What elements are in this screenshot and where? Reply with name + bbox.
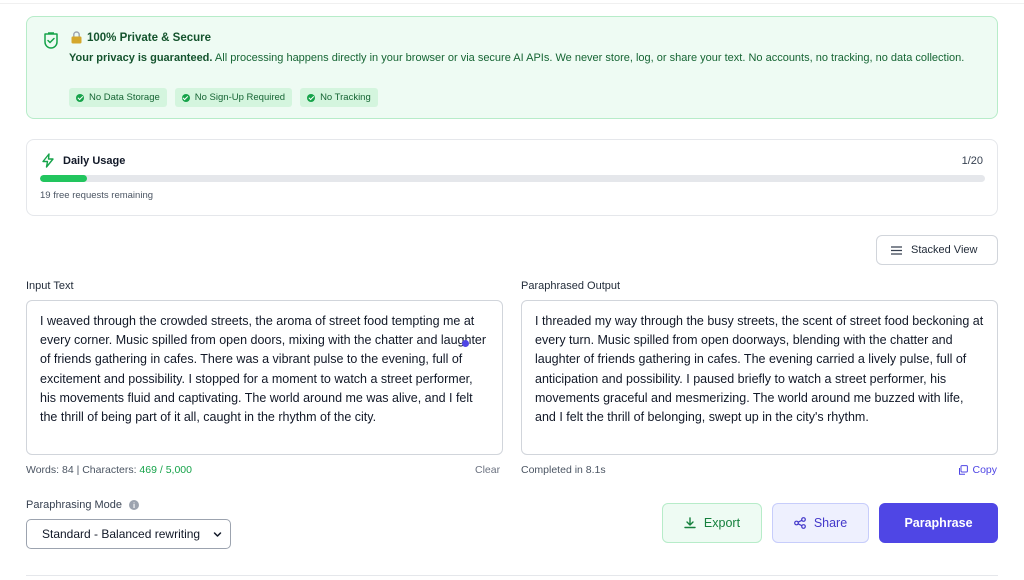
badge-label: No Sign-Up Required	[194, 92, 286, 103]
paraphrase-label: Paraphrase	[904, 516, 973, 530]
share-label: Share	[813, 516, 848, 530]
badge-label: No Data Storage	[89, 92, 160, 103]
paraphrase-button[interactable]: Paraphrase	[879, 503, 998, 543]
output-textarea[interactable]: I threaded my way through the busy stree…	[521, 300, 998, 455]
shield-check-icon	[44, 32, 58, 49]
mode-select[interactable]: Standard - Balanced rewriting	[26, 519, 231, 549]
usage-progress-fill	[40, 175, 88, 182]
privacy-desc-bold: Your privacy is guaranteed.	[69, 52, 213, 64]
stats-prefix: Words: 84 | Characters:	[26, 464, 140, 476]
copy-icon	[959, 465, 969, 475]
copy-label: Copy	[972, 464, 997, 476]
privacy-badges: No Data Storage No Sign-Up Required No T…	[69, 88, 378, 107]
input-stats: Words: 84 | Characters: 469 / 5,000	[26, 464, 192, 476]
completion-status: Completed in 8.1s	[521, 464, 606, 476]
mouse-cursor	[462, 340, 469, 347]
privacy-banner: 100% Private & Secure Your privacy is gu…	[26, 16, 998, 119]
privacy-desc-text: All processing happens directly in your …	[212, 52, 965, 64]
top-edge	[0, 0, 1024, 4]
badge-no-signup: No Sign-Up Required	[174, 88, 293, 107]
usage-label: Daily Usage	[63, 155, 126, 167]
char-count: 469 / 5,000	[139, 464, 192, 476]
check-circle-icon	[76, 93, 84, 102]
mode-label-row: Paraphrasing Mode i	[26, 499, 140, 511]
share-button[interactable]: Share	[772, 503, 869, 543]
check-circle-icon	[307, 93, 316, 102]
info-icon[interactable]: i	[129, 500, 140, 510]
mode-label: Paraphrasing Mode	[26, 499, 123, 511]
menu-lines-icon	[891, 245, 902, 255]
privacy-description: Your privacy is guaranteed. All processi…	[69, 50, 969, 66]
export-button[interactable]: Export	[662, 503, 762, 543]
privacy-title: 100% Private & Secure	[87, 31, 212, 44]
badge-no-tracking: No Tracking	[300, 88, 378, 107]
clear-button[interactable]: Clear	[475, 464, 500, 476]
badge-label: No Tracking	[320, 92, 371, 103]
output-text-label: Paraphrased Output	[521, 280, 621, 292]
bottom-divider	[26, 575, 998, 576]
input-textarea[interactable]: I weaved through the crowded streets, th…	[26, 300, 503, 455]
export-label: Export	[703, 516, 741, 530]
lock-icon	[71, 31, 82, 44]
lightning-bolt-icon	[42, 153, 54, 168]
privacy-title-row: 100% Private & Secure	[70, 31, 211, 44]
check-circle-icon	[181, 93, 190, 102]
chevron-down-icon	[213, 531, 222, 537]
stacked-view-button[interactable]: Stacked View	[876, 235, 998, 265]
mode-selected-value: Standard - Balanced rewriting	[42, 527, 201, 541]
copy-button[interactable]: Copy	[958, 464, 997, 476]
input-text-label: Input Text	[26, 280, 74, 292]
usage-remaining: 19 free requests remaining	[40, 190, 154, 201]
stacked-view-label: Stacked View	[911, 244, 978, 256]
daily-usage-card: Daily Usage 1/20 19 free requests remain…	[26, 139, 998, 216]
download-icon	[684, 517, 696, 529]
badge-no-data-storage: No Data Storage	[69, 88, 167, 107]
usage-count: 1/20	[961, 155, 983, 167]
share-icon	[793, 517, 806, 529]
usage-progress-track	[40, 175, 985, 182]
